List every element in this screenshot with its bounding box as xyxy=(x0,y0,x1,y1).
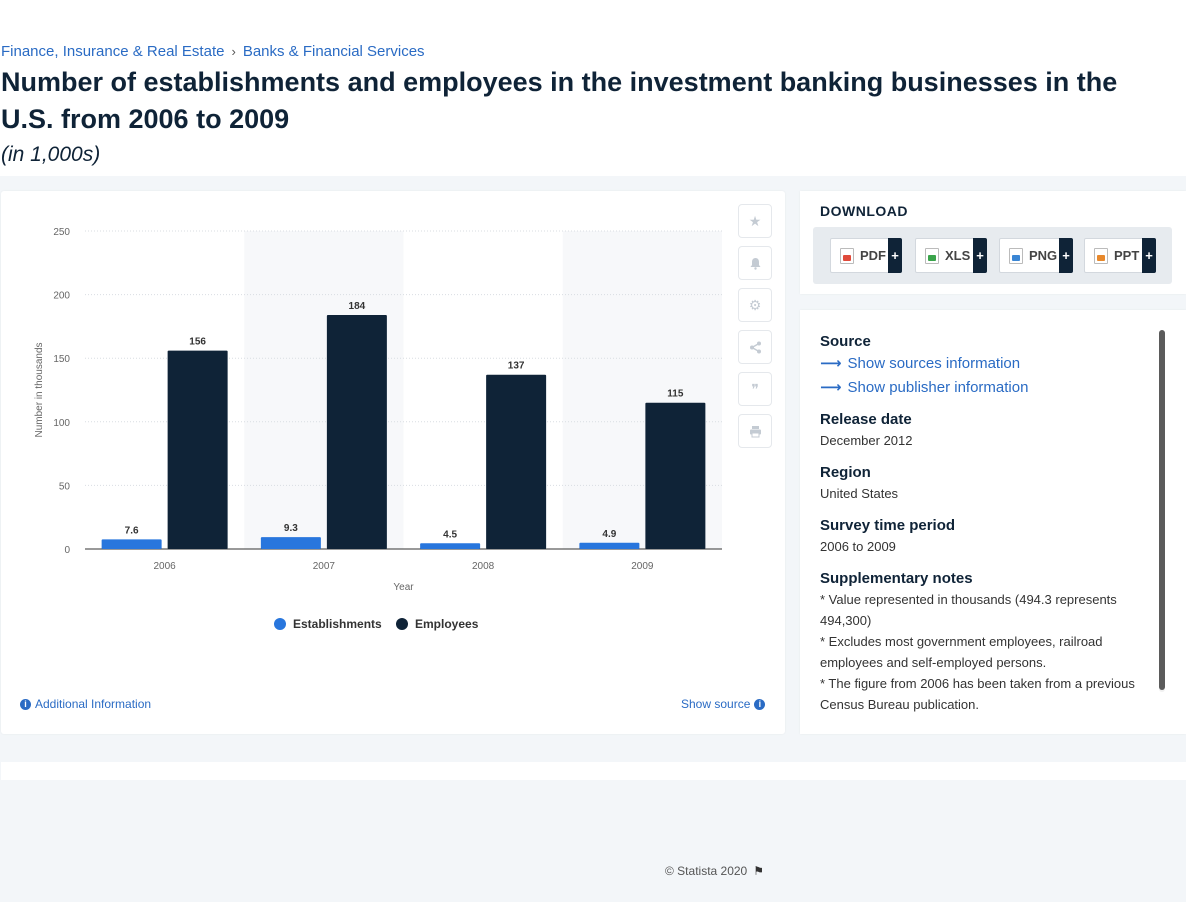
legend-label: Employees xyxy=(415,617,479,631)
data-label: 156 xyxy=(189,337,206,348)
y-tick-label: 250 xyxy=(53,227,70,238)
xls-file-icon xyxy=(925,247,939,264)
legend-marker-employees xyxy=(396,618,408,630)
breadcrumb: Finance, Insurance & Real Estate › Banks… xyxy=(1,43,425,60)
show-source-label: Show source xyxy=(681,697,751,711)
bar-establishments xyxy=(101,539,162,549)
pdf-file-icon xyxy=(840,247,854,264)
share-icon[interactable] xyxy=(738,330,772,364)
chart-card: 0 50 100 150 200 250 7.6 156 2006 9.3 184 2007 4.5 13… xyxy=(1,191,785,878)
legend-label: Establishments xyxy=(293,617,382,631)
quote-icon[interactable]: ❞ xyxy=(738,372,772,406)
data-label: 4.5 xyxy=(443,529,457,540)
y-tick-label: 0 xyxy=(64,545,70,556)
supplementary-note: * The figure from 2006 has been taken fr… xyxy=(820,676,1135,712)
download-png-label: PNG xyxy=(1029,248,1058,263)
show-source-link[interactable]: Show source i xyxy=(681,697,766,711)
download-title: DOWNLOAD xyxy=(820,203,908,219)
show-sources-label: Show sources information xyxy=(847,355,1021,372)
download-pdf-button[interactable]: PDF + xyxy=(830,238,902,273)
bottom-panel xyxy=(1,762,1186,780)
region-value: United States xyxy=(820,486,899,501)
breadcrumb-item-banks[interactable]: Banks & Financial Services xyxy=(243,43,425,60)
plus-icon[interactable]: + xyxy=(1142,238,1156,273)
source-details: Source ⟶ Show sources information ⟶ Show… xyxy=(820,332,1150,716)
y-tick-label: 150 xyxy=(53,354,70,365)
x-tick-label: 2007 xyxy=(313,561,336,572)
data-label: 137 xyxy=(508,361,525,372)
plus-icon[interactable]: + xyxy=(973,238,987,273)
arrow-right-icon: ⟶ xyxy=(820,355,842,372)
ppt-file-icon xyxy=(1094,247,1108,264)
supplementary-note: * Value represented in thousands (494.3 … xyxy=(820,592,1117,628)
download-xls-label: XLS xyxy=(945,248,971,263)
y-tick-label: 100 xyxy=(53,418,70,429)
bell-icon[interactable] xyxy=(738,246,772,280)
page-title: Number of establishments and employees i… xyxy=(1,67,1118,134)
additional-information-link[interactable]: i Additional Information xyxy=(20,697,151,711)
additional-information-label: Additional Information xyxy=(35,697,152,711)
region-heading: Region xyxy=(820,464,871,481)
print-icon[interactable] xyxy=(738,414,772,448)
x-tick-label: 2006 xyxy=(154,561,177,572)
bar-chart: 0 50 100 150 200 250 7.6 156 2006 9.3 184 2007 4.5 13… xyxy=(34,227,722,631)
supplementary-note: * Excludes most government employees, ra… xyxy=(820,634,1103,670)
statista-credit: © Statista 2020 ⚑ xyxy=(665,864,764,878)
download-ppt-label: PPT xyxy=(1114,248,1140,263)
credit-text: © Statista 2020 xyxy=(665,864,748,878)
bar-establishments xyxy=(579,542,640,549)
breadcrumb-item-finance[interactable]: Finance, Insurance & Real Estate xyxy=(1,43,224,60)
data-label: 184 xyxy=(349,301,366,312)
download-pdf-label: PDF xyxy=(860,248,886,263)
legend-marker-establishments xyxy=(274,618,286,630)
survey-period-value: 2006 to 2009 xyxy=(820,539,896,554)
download-ppt-button[interactable]: PPT + xyxy=(1084,238,1156,273)
download-xls-button[interactable]: XLS + xyxy=(915,238,987,273)
download-bar: PDF + XLS + PNG + PPT + xyxy=(813,227,1172,284)
page-subtitle: (in 1,000s) xyxy=(1,143,101,166)
show-publisher-link[interactable]: ⟶ Show publisher information xyxy=(820,376,1150,400)
flag-icon[interactable]: ⚑ xyxy=(753,864,764,878)
survey-period-heading: Survey time period xyxy=(820,517,956,534)
y-tick-label: 50 xyxy=(59,481,71,492)
y-tick-label: 200 xyxy=(53,291,70,302)
bar-employees xyxy=(167,350,228,549)
bar-employees xyxy=(645,402,706,549)
x-tick-label: 2008 xyxy=(472,561,495,572)
arrow-right-icon: ⟶ xyxy=(820,379,842,396)
png-file-icon xyxy=(1009,247,1023,264)
bar-establishments xyxy=(420,543,481,549)
bar-establishments xyxy=(260,537,321,549)
data-label: 4.9 xyxy=(602,529,616,540)
data-label: 115 xyxy=(667,389,684,400)
source-heading: Source xyxy=(820,333,871,350)
source-panel: Source ⟶ Show sources information ⟶ Show… xyxy=(800,310,1186,734)
breadcrumb-separator: › xyxy=(231,44,236,59)
download-png-button[interactable]: PNG + xyxy=(999,238,1073,273)
x-axis-title: Year xyxy=(393,582,414,593)
show-publisher-label: Show publisher information xyxy=(847,379,1029,396)
supplementary-notes-heading: Supplementary notes xyxy=(820,570,973,587)
release-date-value: December 2012 xyxy=(820,433,913,448)
plus-icon[interactable]: + xyxy=(888,238,902,273)
bar-employees xyxy=(486,374,547,549)
info-icon: i xyxy=(20,698,31,710)
download-panel: DOWNLOAD PDF + XLS + PNG + PPT + xyxy=(800,191,1186,294)
info-icon: i xyxy=(754,698,766,710)
scrollbar-thumb[interactable] xyxy=(1159,330,1165,690)
scrollbar[interactable] xyxy=(1159,330,1165,692)
show-sources-link[interactable]: ⟶ Show sources information xyxy=(820,352,1150,376)
x-tick-label: 2009 xyxy=(631,561,654,572)
release-date-heading: Release date xyxy=(820,411,912,428)
plus-icon[interactable]: + xyxy=(1059,238,1073,273)
gear-icon[interactable]: ⚙ xyxy=(738,288,772,322)
data-label: 9.3 xyxy=(284,523,298,534)
data-label: 7.6 xyxy=(125,525,139,536)
star-icon[interactable]: ★ xyxy=(738,204,772,238)
y-axis-title: Number in thousands xyxy=(34,342,45,437)
bar-employees xyxy=(326,314,387,549)
